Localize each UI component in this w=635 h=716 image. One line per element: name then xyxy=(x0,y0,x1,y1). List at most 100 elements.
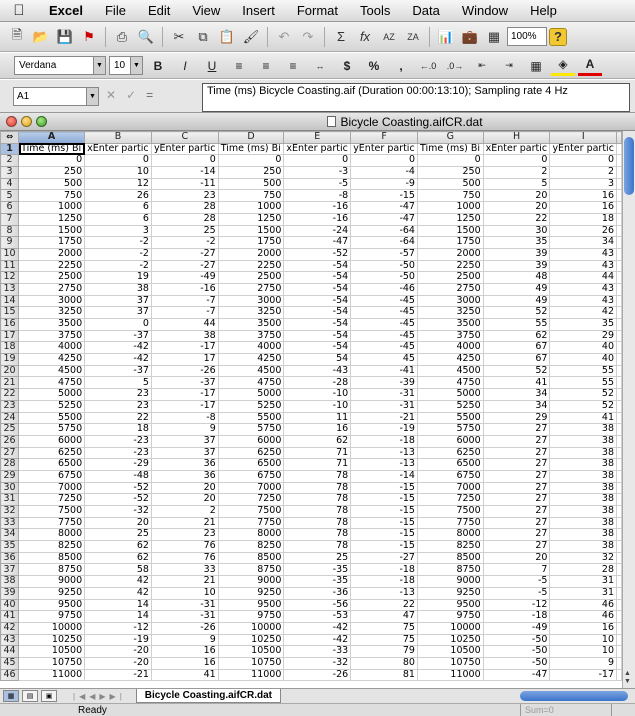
cell[interactable]: -54 xyxy=(283,282,352,296)
cell[interactable]: -5 xyxy=(482,575,551,588)
cell[interactable] xyxy=(616,656,622,670)
cell[interactable]: 71 xyxy=(283,458,352,471)
cell[interactable]: -54 xyxy=(283,271,352,284)
cell[interactable]: 27 xyxy=(482,423,551,436)
cell[interactable]: -45 xyxy=(350,329,418,343)
cell[interactable]: 42 xyxy=(84,586,152,600)
cell[interactable]: 38 xyxy=(549,481,617,495)
cell[interactable]: 750 xyxy=(18,189,86,203)
cell[interactable]: 23 xyxy=(84,399,152,413)
autosum-icon[interactable]: Σ xyxy=(330,26,352,48)
cell[interactable]: 38 xyxy=(549,516,617,530)
cell[interactable]: 5000 xyxy=(18,388,86,401)
cell[interactable]: -5 xyxy=(283,177,352,191)
cell[interactable]: 5750 xyxy=(18,423,86,436)
cell[interactable]: -24 xyxy=(283,224,352,238)
cell[interactable]: 10000 xyxy=(217,621,285,635)
row-header[interactable]: 42 xyxy=(0,621,20,635)
cell[interactable]: 37 xyxy=(84,294,152,308)
cell[interactable]: -4 xyxy=(350,166,418,179)
cell[interactable]: -14 xyxy=(350,469,418,483)
open-folder-icon[interactable]: 📂 xyxy=(30,26,52,48)
cell[interactable]: -50 xyxy=(482,645,551,658)
cell[interactable]: -50 xyxy=(350,259,418,273)
cell[interactable]: -31 xyxy=(150,610,219,623)
cell[interactable]: 81 xyxy=(350,668,418,682)
print-preview-icon[interactable]: 🔍 xyxy=(135,26,157,48)
cell[interactable]: 9250 xyxy=(416,586,484,600)
cell[interactable]: 22 xyxy=(84,411,152,425)
cell[interactable]: 2250 xyxy=(217,259,285,273)
cell[interactable]: 4250 xyxy=(217,353,285,366)
cell[interactable]: 41 xyxy=(549,411,617,425)
cell[interactable]: 14 xyxy=(84,610,152,623)
cell[interactable]: 6500 xyxy=(18,458,86,471)
cell[interactable]: 9000 xyxy=(416,575,484,588)
cell[interactable]: 9500 xyxy=(217,598,285,612)
cell[interactable]: 5250 xyxy=(416,399,484,413)
fill-color-icon[interactable]: ◈ xyxy=(551,56,575,76)
cell[interactable]: -21 xyxy=(84,668,152,682)
cell[interactable]: -2 xyxy=(84,259,152,273)
cell[interactable]: 8750 xyxy=(416,563,484,577)
column-header[interactable]: H xyxy=(482,131,551,144)
cell[interactable]: 27 xyxy=(482,446,551,460)
cell[interactable]: 0 xyxy=(217,154,285,168)
cell[interactable]: 8250 xyxy=(18,540,86,553)
cell[interactable]: -52 xyxy=(84,481,152,495)
cell-table[interactable]: ⇔ ABCDEFGHI 1 Time (ms) Bi xEnter partic yE… xyxy=(0,131,622,682)
cell[interactable]: 7500 xyxy=(416,505,484,518)
cell[interactable]: -42 xyxy=(283,621,352,635)
cell[interactable]: 2750 xyxy=(217,282,285,296)
cell[interactable]: -2 xyxy=(150,236,219,249)
cell[interactable]: 37 xyxy=(150,446,219,460)
cell[interactable]: 38 xyxy=(549,446,617,460)
cell[interactable]: -15 xyxy=(350,481,418,495)
cell[interactable] xyxy=(616,259,622,273)
cell[interactable] xyxy=(616,551,622,565)
cell[interactable]: -47 xyxy=(350,212,418,226)
cell[interactable]: -64 xyxy=(350,236,418,249)
cell[interactable]: 46 xyxy=(549,598,617,612)
column-header[interactable]: B xyxy=(84,131,152,144)
cell[interactable]: 37 xyxy=(150,434,219,448)
cell[interactable]: 20 xyxy=(150,481,219,495)
cell[interactable]: -50 xyxy=(350,271,418,284)
cell[interactable]: 250 xyxy=(416,166,484,179)
cell[interactable]: 28 xyxy=(150,212,219,226)
cell[interactable]: 46 xyxy=(549,610,617,623)
menu-app[interactable]: Excel xyxy=(38,3,94,18)
cell[interactable]: 78 xyxy=(283,540,352,553)
cell[interactable]: -15 xyxy=(350,540,418,553)
sort-ascending-icon[interactable]: AZ xyxy=(378,26,400,48)
cell[interactable]: 27 xyxy=(482,493,551,506)
cell[interactable]: 0 xyxy=(84,318,152,331)
cell[interactable]: 10 xyxy=(549,633,617,647)
cell[interactable]: 6000 xyxy=(18,434,86,448)
cell[interactable]: 4750 xyxy=(217,376,285,390)
confirm-entry-icon[interactable]: ✓ xyxy=(126,88,136,102)
row-header[interactable]: 14 xyxy=(0,294,20,308)
cell[interactable]: 47 xyxy=(350,610,418,623)
cell[interactable]: -47 xyxy=(350,201,418,214)
cell[interactable]: 22 xyxy=(350,598,418,612)
cell[interactable] xyxy=(616,154,622,168)
cell[interactable]: -12 xyxy=(84,621,152,635)
cell[interactable]: 3500 xyxy=(416,318,484,331)
cell[interactable]: -7 xyxy=(150,306,219,319)
cell[interactable]: 4500 xyxy=(416,364,484,378)
cell[interactable] xyxy=(616,621,622,635)
cell[interactable]: 35 xyxy=(549,318,617,331)
row-header[interactable]: 17 xyxy=(0,329,20,343)
column-header[interactable]: F xyxy=(350,131,418,144)
cell[interactable]: 67 xyxy=(482,341,551,355)
cell[interactable]: 10250 xyxy=(18,633,86,647)
cell[interactable]: 9 xyxy=(150,633,219,647)
increase-indent-icon[interactable]: ⇥ xyxy=(497,56,521,76)
cell[interactable] xyxy=(616,247,622,261)
row-header[interactable]: 28 xyxy=(0,458,20,471)
cell[interactable]: -54 xyxy=(283,341,352,355)
cell[interactable]: -29 xyxy=(84,458,152,471)
cell[interactable]: 6500 xyxy=(217,458,285,471)
cell[interactable]: 27 xyxy=(482,434,551,448)
